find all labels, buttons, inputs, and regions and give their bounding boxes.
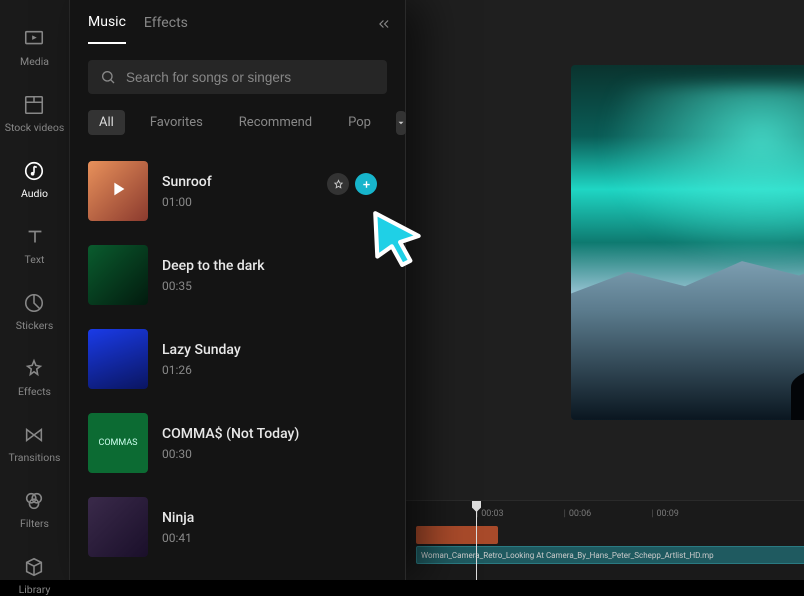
- track-list[interactable]: Sunroof 01:00 Deep to the dark 00:35: [70, 149, 405, 580]
- filter-recommend[interactable]: Recommend: [228, 110, 323, 135]
- sidebar-item-text[interactable]: Text: [24, 226, 46, 266]
- filter-pop[interactable]: Pop: [337, 110, 382, 135]
- video-preview[interactable]: [571, 65, 804, 420]
- track-title: Deep to the dark: [162, 258, 265, 274]
- track-thumbnail[interactable]: COMMAS: [88, 413, 148, 473]
- track-title: COMMA$ (Not Today): [162, 426, 299, 442]
- sidebar-item-effects[interactable]: Effects: [18, 358, 51, 398]
- track-thumbnail[interactable]: [88, 245, 148, 305]
- track-duration: 00:35: [162, 279, 265, 293]
- right-region: 00:03 00:06 00:09 Woman_Camera_Retro_Loo…: [406, 0, 804, 580]
- track-thumbnail[interactable]: [88, 161, 148, 221]
- music-panel: Music Effects All Favorites Recommend Po…: [70, 0, 406, 580]
- sidebar-item-audio[interactable]: Audio: [21, 160, 48, 200]
- star-icon: [333, 179, 344, 190]
- collapse-panel-button[interactable]: [377, 16, 391, 35]
- add-track-button[interactable]: [355, 173, 377, 195]
- favorite-button[interactable]: [327, 173, 349, 195]
- track-row[interactable]: Lazy Sunday 01:26: [88, 317, 387, 401]
- stock-videos-icon: [23, 94, 45, 116]
- timeline-clip-audio[interactable]: [416, 526, 498, 544]
- preview-area: [406, 0, 804, 464]
- effects-icon: [23, 358, 45, 380]
- stickers-icon: [23, 292, 45, 314]
- text-icon: [24, 226, 46, 248]
- sidebar-item-stickers[interactable]: Stickers: [16, 292, 53, 332]
- filter-more-dropdown[interactable]: [396, 111, 406, 135]
- play-icon: [107, 178, 129, 204]
- sidebar-item-stock-videos[interactable]: Stock videos: [5, 94, 65, 134]
- track-row[interactable]: Ninja 00:41: [88, 485, 387, 569]
- sidebar-item-filters[interactable]: Filters: [20, 490, 49, 530]
- track-title: Lazy Sunday: [162, 342, 241, 358]
- track-thumbnail[interactable]: [88, 497, 148, 557]
- sidebar-item-media[interactable]: Media: [20, 28, 49, 68]
- track-duration: 00:30: [162, 447, 299, 461]
- filters-icon: [23, 490, 45, 512]
- track-row[interactable]: Sunroof 01:00: [88, 149, 387, 233]
- tab-effects[interactable]: Effects: [144, 15, 188, 43]
- search-input[interactable]: [126, 70, 375, 85]
- chevron-double-left-icon: [377, 17, 391, 31]
- media-icon: [23, 28, 45, 50]
- tab-music[interactable]: Music: [88, 14, 126, 44]
- filter-row: All Favorites Recommend Pop: [70, 106, 405, 149]
- panel-tabs: Music Effects: [70, 0, 405, 44]
- filter-all[interactable]: All: [88, 110, 125, 135]
- track-duration: 01:26: [162, 363, 241, 377]
- track-thumbnail[interactable]: [88, 329, 148, 389]
- time-ruler: 00:03 00:06 00:09: [406, 509, 804, 519]
- track-duration: 01:00: [162, 195, 212, 209]
- track-duration: 00:41: [162, 531, 194, 545]
- timeline[interactable]: 00:03 00:06 00:09 Woman_Camera_Retro_Loo…: [406, 500, 804, 580]
- sidebar-item-library[interactable]: Library: [19, 556, 51, 596]
- track-title: Sunroof: [162, 174, 212, 190]
- preview-controls: [406, 464, 804, 500]
- audio-icon: [23, 160, 45, 182]
- search-input-wrap[interactable]: [88, 60, 387, 94]
- library-icon: [23, 556, 45, 578]
- filter-favorites[interactable]: Favorites: [139, 110, 214, 135]
- sidebar-item-transitions[interactable]: Transitions: [9, 424, 61, 464]
- track-row[interactable]: COMMAS COMMA$ (Not Today) 00:30: [88, 401, 387, 485]
- playhead[interactable]: [476, 503, 477, 580]
- timeline-clip-video[interactable]: Woman_Camera_Retro_Looking At Camera_By_…: [416, 546, 804, 564]
- plus-icon: [361, 179, 372, 190]
- transitions-icon: [23, 424, 45, 446]
- icon-sidebar: Media Stock videos Audio Text Stickers E…: [0, 0, 70, 580]
- chevron-down-icon: [396, 118, 406, 128]
- track-title: Ninja: [162, 510, 194, 526]
- track-row[interactable]: Deep to the dark 00:35: [88, 233, 387, 317]
- search-icon: [100, 69, 116, 85]
